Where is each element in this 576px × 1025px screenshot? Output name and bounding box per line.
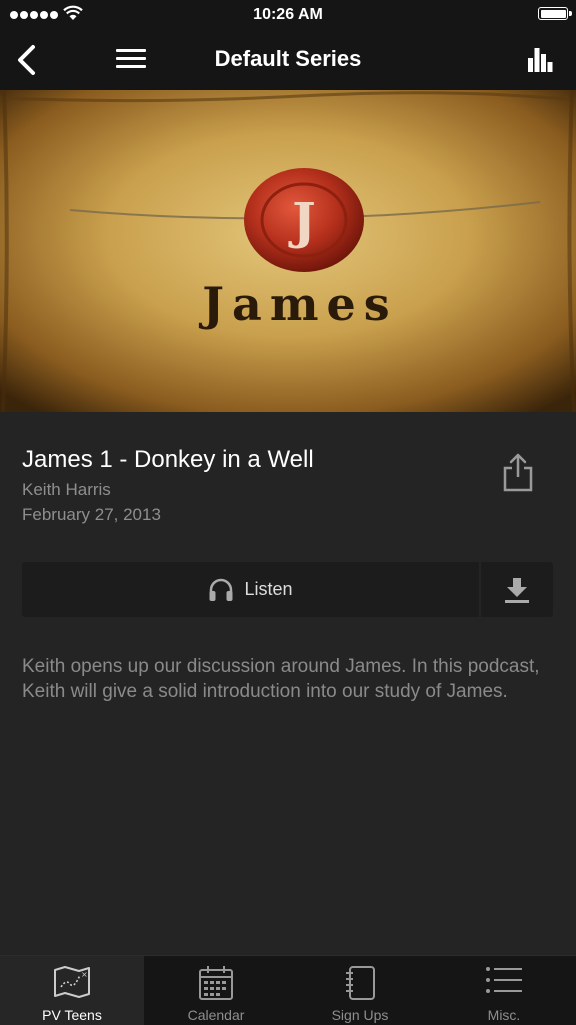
stats-icon[interactable] <box>526 44 554 74</box>
series-artwork: J James <box>0 90 576 412</box>
list-icon <box>486 967 522 993</box>
share-icon[interactable] <box>500 452 536 494</box>
status-bar: 10:26 AM <box>0 0 576 30</box>
tab-calendar[interactable]: Calendar <box>144 956 288 1025</box>
tab-sign-ups[interactable]: Sign Ups <box>288 956 432 1025</box>
download-button[interactable] <box>481 562 553 617</box>
notebook-icon <box>346 966 375 1000</box>
download-icon <box>505 578 529 603</box>
tab-bar: × PV Teens Calendar Sign Ups Misc. <box>0 955 576 1025</box>
navigation-bar: Default Series <box>0 30 576 90</box>
tab-label: PV Teens <box>42 1007 102 1023</box>
artwork-word: James <box>198 277 397 331</box>
page-title: Default Series <box>214 46 362 71</box>
episode-title: James 1 - Donkey in a Well <box>22 446 314 473</box>
seal-letter: J <box>288 191 316 250</box>
tab-pv-teens[interactable]: × PV Teens <box>0 956 144 1025</box>
svg-text:×: × <box>81 970 88 979</box>
headphones-icon <box>209 578 233 601</box>
episode-date: February 27, 2013 <box>22 505 161 524</box>
episode-description: Keith opens up our discussion around Jam… <box>22 656 540 702</box>
episode-author: Keith Harris <box>22 480 111 499</box>
tab-label: Sign Ups <box>331 1007 389 1023</box>
calendar-icon <box>199 966 233 1000</box>
listen-button[interactable]: Listen <box>22 562 479 617</box>
battery-icon <box>538 7 572 20</box>
listen-label: Listen <box>244 579 293 599</box>
tab-label: Calendar <box>187 1007 245 1023</box>
tab-misc[interactable]: Misc. <box>432 956 576 1025</box>
map-icon: × <box>54 966 90 998</box>
status-time: 10:26 AM <box>253 6 323 23</box>
tab-label: Misc. <box>487 1007 521 1023</box>
